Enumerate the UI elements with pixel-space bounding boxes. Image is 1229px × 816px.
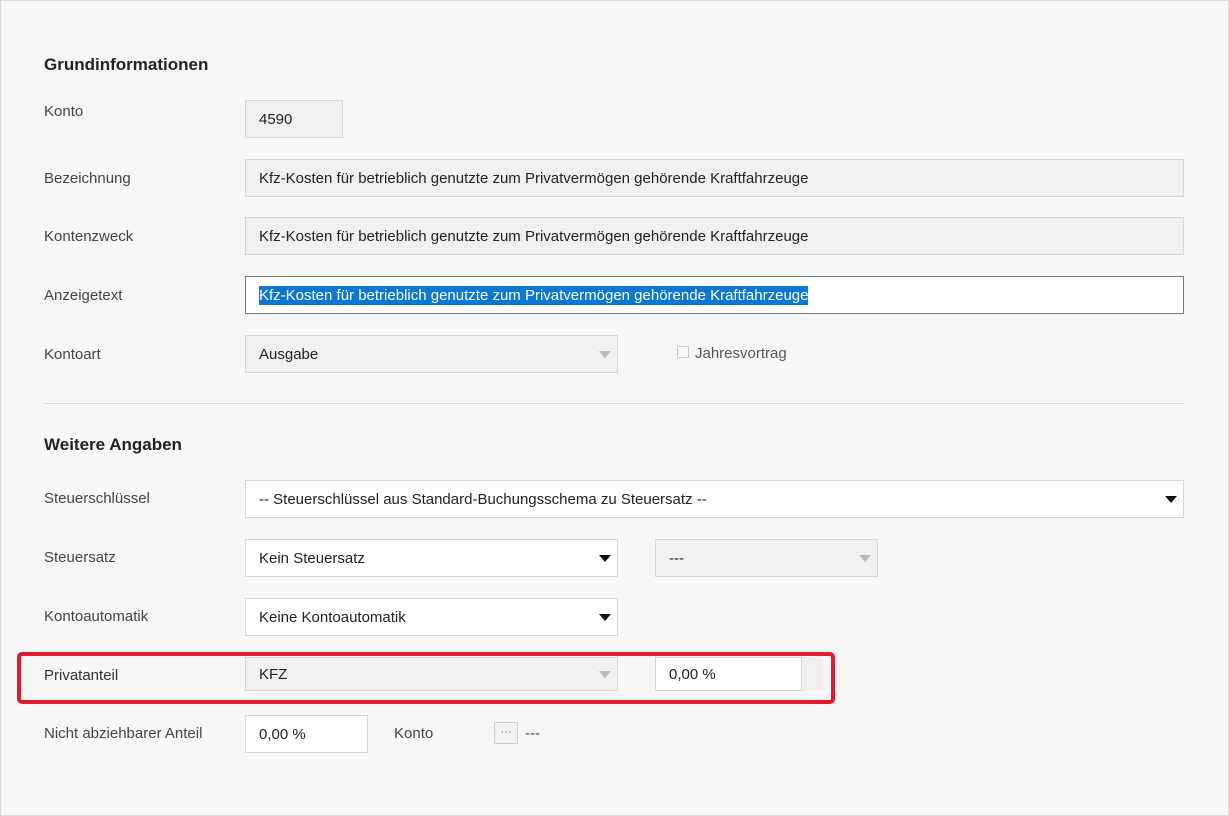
chevron-down-icon <box>599 614 611 621</box>
kontenzweck-field[interactable]: Kfz-Kosten für betrieblich genutzte zum … <box>245 217 1184 255</box>
konto-value: 4590 <box>259 110 293 128</box>
nicht-abziehbarer-anteil-input[interactable]: 0,00 % <box>245 715 368 753</box>
steuersatz-select[interactable]: Kein Steuersatz <box>245 539 618 577</box>
label-konto-secondary: Konto <box>394 725 434 742</box>
steuersatz-value: Kein Steuersatz <box>259 549 365 567</box>
label-kontoautomatik: Kontoautomatik <box>44 608 149 625</box>
label-steuersatz: Steuersatz <box>44 549 116 566</box>
kontoautomatik-value: Keine Kontoautomatik <box>259 608 406 626</box>
chevron-down-icon <box>599 555 611 562</box>
kontoart-select[interactable]: Ausgabe <box>245 335 618 373</box>
label-anzeigetext: Anzeigetext <box>44 287 123 304</box>
nicht-abziehbarer-anteil-value: 0,00 % <box>259 725 306 743</box>
section-title-grundinformationen: Grundinformationen <box>44 55 209 74</box>
jahresvortrag-checkbox[interactable] <box>677 346 689 358</box>
highlight-box <box>17 652 835 704</box>
label-kontoart: Kontoart <box>44 346 101 363</box>
chevron-down-icon <box>859 555 871 562</box>
chevron-down-icon <box>599 351 611 358</box>
label-kontenzweck: Kontenzweck <box>44 228 134 245</box>
konto-picker-button[interactable]: ··· <box>494 722 518 744</box>
section-title-weitere-angaben: Weitere Angaben <box>44 435 182 454</box>
anzeigetext-input[interactable]: Kfz-Kosten für betrieblich genutzte zum … <box>245 276 1184 314</box>
konto-field[interactable]: 4590 <box>245 100 343 138</box>
steuerschluessel-select[interactable]: -- Steuerschlüssel aus Standard-Buchungs… <box>245 480 1184 518</box>
steuersatz-secondary-select[interactable]: --- <box>655 539 878 577</box>
steuersatz-secondary-value: --- <box>669 549 684 567</box>
section-divider <box>44 403 1184 404</box>
label-bezeichnung: Bezeichnung <box>44 170 131 187</box>
label-steuerschluessel: Steuerschlüssel <box>44 490 150 507</box>
steuerschluessel-value: -- Steuerschlüssel aus Standard-Buchungs… <box>259 490 707 508</box>
anzeigetext-selected-value: Kfz-Kosten für betrieblich genutzte zum … <box>259 285 809 305</box>
bezeichnung-value: Kfz-Kosten für betrieblich genutzte zum … <box>259 169 809 187</box>
kontenzweck-value: Kfz-Kosten für betrieblich genutzte zum … <box>259 227 809 245</box>
label-konto: Konto <box>44 103 84 120</box>
label-nicht-abziehbarer-anteil: Nicht abziehbarer Anteil <box>44 725 203 742</box>
chevron-down-icon <box>1165 496 1177 503</box>
jahresvortrag-label: Jahresvortrag <box>695 345 787 362</box>
kontoautomatik-select[interactable]: Keine Kontoautomatik <box>245 598 618 636</box>
konto-picker-value: --- <box>525 725 540 742</box>
bezeichnung-field[interactable]: Kfz-Kosten für betrieblich genutzte zum … <box>245 159 1184 197</box>
kontoart-value: Ausgabe <box>259 345 319 363</box>
